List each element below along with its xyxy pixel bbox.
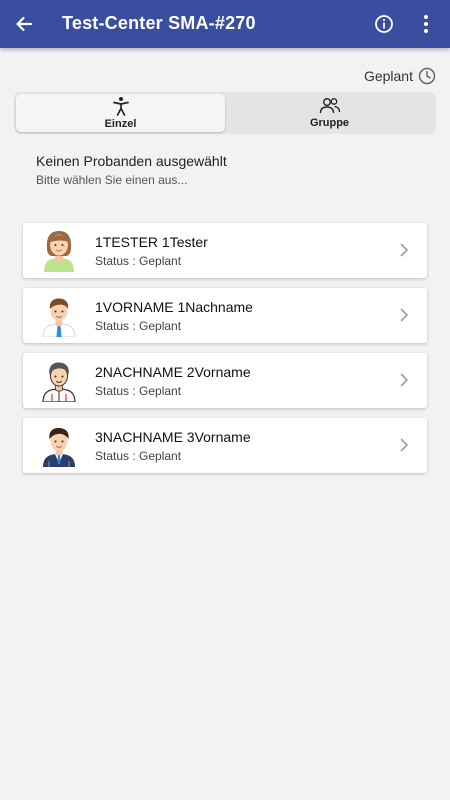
- chevron-right-icon: [400, 243, 408, 257]
- subject-name: 1VORNAME 1Nachname: [95, 299, 253, 315]
- status-filter-label: Geplant: [363, 68, 413, 84]
- app-bar: Test-Center SMA-#270: [0, 0, 450, 48]
- group-icon: [319, 98, 340, 114]
- chevron-right-icon: [400, 308, 408, 322]
- tab-einzel-label: Einzel: [104, 118, 137, 130]
- info-button[interactable]: [372, 12, 396, 36]
- mode-segmented-control: Einzel Gruppe: [14, 92, 436, 134]
- chevron-right-icon: [400, 373, 408, 387]
- male-avatar-tie-icon: [42, 298, 76, 337]
- subject-name: 2NACHNAME 2Vorname: [95, 364, 251, 380]
- subject-status: Status : Geplant: [95, 449, 182, 463]
- subject-name: 1TESTER 1Tester: [95, 234, 208, 250]
- subject-status: Status : Geplant: [95, 254, 182, 268]
- list-item[interactable]: 2NACHNAME 2Vorname Status : Geplant: [23, 353, 427, 408]
- list-item[interactable]: 1VORNAME 1Nachname Status : Geplant: [23, 288, 427, 343]
- empty-selection-title: Keinen Probanden ausgewählt: [36, 153, 227, 169]
- tab-gruppe[interactable]: Gruppe: [225, 94, 434, 132]
- list-item[interactable]: 3NACHNAME 3Vorname Status : Geplant: [23, 418, 427, 473]
- person-accessibility-icon: [112, 97, 129, 116]
- more-vert-icon: [424, 15, 428, 33]
- status-filter[interactable]: Geplant: [364, 66, 436, 86]
- page-title: Test-Center SMA-#270: [62, 13, 256, 33]
- subject-name: 3NACHNAME 3Vorname: [95, 429, 251, 445]
- tab-einzel[interactable]: Einzel: [16, 94, 225, 132]
- female-avatar-icon: [44, 231, 74, 272]
- arrow-left-icon: [16, 16, 33, 32]
- male-avatar-suit-icon: [43, 427, 75, 467]
- more-options-button[interactable]: [414, 12, 438, 36]
- list-item[interactable]: 1TESTER 1Tester Status : Geplant: [23, 223, 427, 278]
- empty-selection-subtitle: Bitte wählen Sie einen aus...: [36, 173, 188, 187]
- info-icon: [375, 15, 393, 33]
- chevron-right-icon: [400, 438, 408, 452]
- subject-list: 1TESTER 1Tester Status : Geplant 1VORNAM…: [23, 223, 427, 483]
- male-avatar-shirt-icon: [42, 362, 76, 402]
- tab-gruppe-label: Gruppe: [309, 117, 350, 129]
- subject-status: Status : Geplant: [95, 319, 182, 333]
- back-button[interactable]: [12, 12, 36, 36]
- empty-selection-message: Keinen Probanden ausgewählt Bitte wählen…: [36, 153, 227, 187]
- subject-status: Status : Geplant: [95, 384, 182, 398]
- clock-icon: [418, 67, 436, 85]
